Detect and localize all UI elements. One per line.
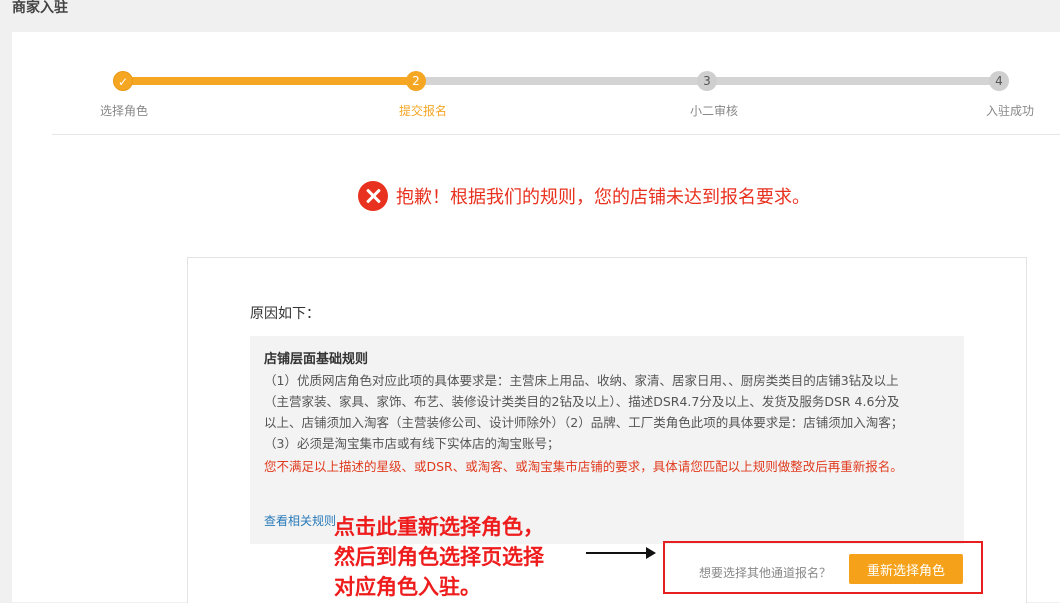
alt-channel-question: 想要选择其他通道报名？: [699, 566, 832, 580]
progress-stepper: ✓ 2 3 4 选择角色 提交报名 小二审核 入驻成功: [12, 32, 1060, 136]
step-3-label: 小二审核: [690, 104, 739, 118]
step-3-node: 3: [697, 71, 717, 91]
step-4-node: 4: [989, 71, 1009, 91]
annotation-line: 点击此重新选择角色，: [334, 514, 544, 539]
reselect-role-button[interactable]: 重新选择角色: [849, 554, 963, 584]
step-1-check-icon: ✓: [113, 71, 133, 91]
page-title: 商家入驻: [12, 0, 68, 16]
error-message: 抱歉！根据我们的规则，您的店铺未达到报名要求。: [396, 187, 810, 208]
action-highlight-box: 想要选择其他通道报名？ 重新选择角色: [663, 541, 983, 594]
reasons-title: 原因如下：: [250, 306, 320, 322]
stepper-divider: [52, 134, 1060, 135]
step-1-label: 选择角色: [100, 104, 149, 118]
annotation-line: 对应角色入驻。: [334, 574, 481, 599]
annotation-text: 点击此重新选择角色， 然后到角色选择页选择 对应角色入驻。: [334, 512, 634, 602]
stepper-track-completed: [124, 77, 418, 85]
rule-warning: 您不满足以上描述的星级、或DSR、或淘客、或淘宝集市店铺的要求，具体请您匹配以上…: [264, 459, 903, 474]
annotation-arrow-line: [586, 552, 648, 554]
error-x-icon: [358, 181, 388, 211]
annotation-arrow-head-icon: [646, 547, 656, 559]
step-4-label: 入驻成功: [986, 104, 1035, 118]
error-banner: 抱歉！根据我们的规则，您的店铺未达到报名要求。: [358, 180, 810, 212]
annotation-line: 然后到角色选择页选择: [334, 544, 544, 569]
rule-heading: 店铺层面基础规则: [264, 352, 369, 367]
step-2-label: 提交报名: [399, 104, 448, 118]
rule-body: （1）优质网店角色对应此项的具体要求是：主营床上用品、收纳、家清、居家日用、、厨…: [264, 373, 904, 451]
view-rules-link[interactable]: 查看相关规则: [264, 512, 336, 529]
step-2-node: 2: [406, 71, 426, 91]
